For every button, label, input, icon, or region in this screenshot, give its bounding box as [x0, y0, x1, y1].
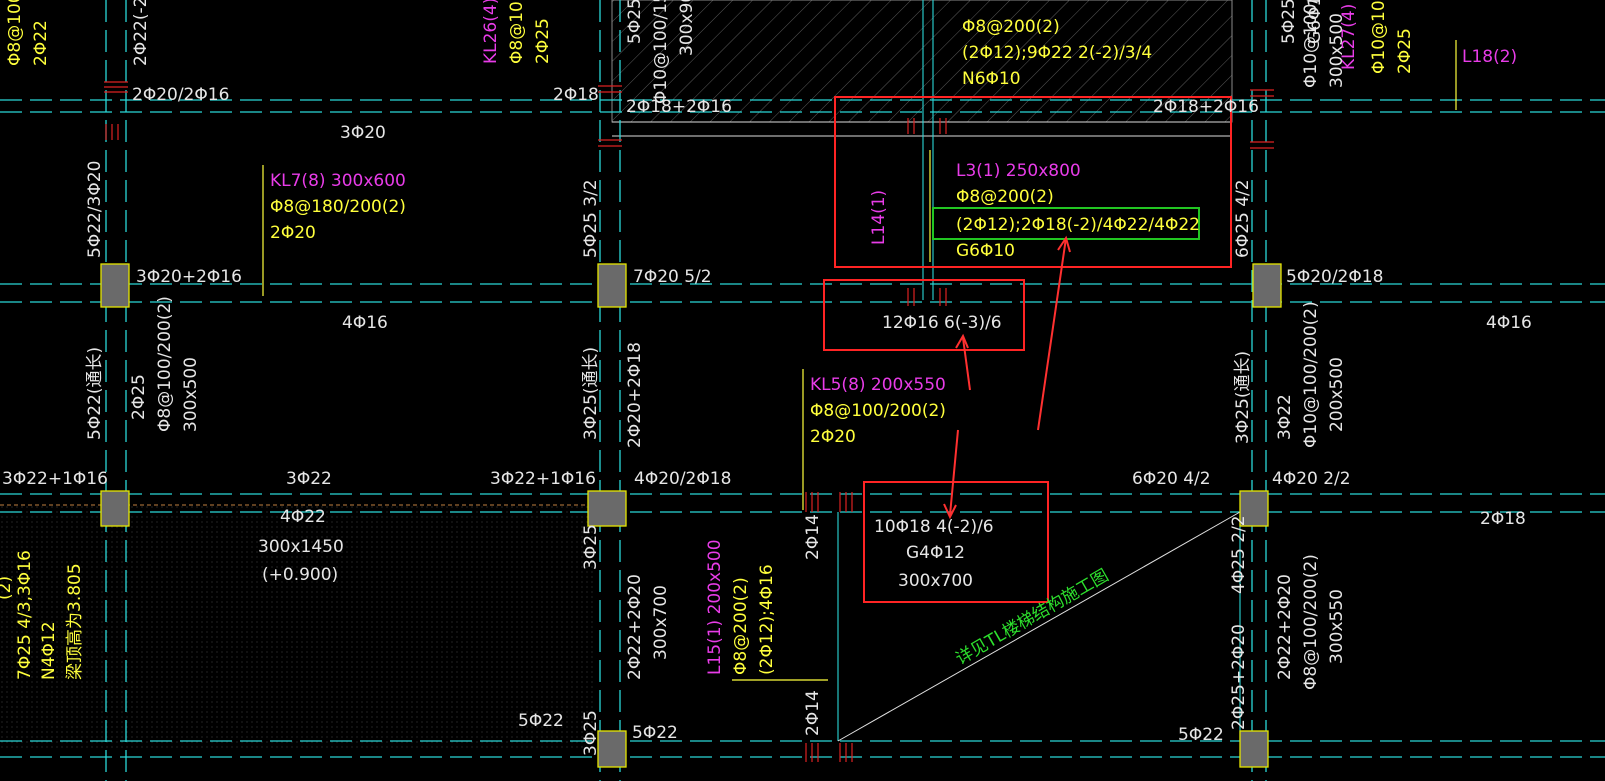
l15-stirrup: Φ8@200(2) — [731, 577, 751, 675]
beam-rebar-label: 2Φ18+2Φ16 — [1153, 97, 1259, 117]
beam-size-label: 300x700 — [898, 571, 973, 591]
beam-rebar-label: 6Φ20 4/2 — [1132, 469, 1211, 489]
beam-size-label: 300x1450 — [258, 537, 344, 557]
l3-side-bars: G6Φ10 — [956, 241, 1015, 261]
vertical-rebar-label: 2Φ25 — [129, 374, 149, 420]
vertical-rebar-label: 300x550 — [1327, 589, 1347, 664]
l15-label: L15(1) 200x500 — [705, 539, 725, 675]
vertical-rebar-label: 6Φ25 4/2 — [1233, 179, 1253, 258]
beam-rebar-label: 10Φ18 4(-2)/6 — [874, 517, 994, 537]
kl7-top-bars: 2Φ20 — [270, 223, 316, 243]
kl7-stirrup: Φ8@180/200(2) — [270, 197, 406, 217]
vertical-rebar-label: 3Φ25(通长) — [581, 347, 601, 440]
vertical-rebar-label: 2Φ25 — [1395, 28, 1415, 74]
vertical-rebar-label: 5Φ22(通长) — [85, 347, 105, 440]
beam-rebar-label: 3Φ20 — [340, 123, 386, 143]
beam-rebar-label: 7Φ20 5/2 — [633, 267, 712, 287]
top-l-side: N6Φ10 — [962, 69, 1021, 89]
beam-rebar-label: G4Φ12 — [906, 543, 965, 563]
column — [100, 263, 130, 308]
vertical-rebar-label: 2Φ22+2Φ20 — [1275, 574, 1295, 680]
beam-rebar-label: 3Φ20+2Φ16 — [136, 267, 242, 287]
beam-rebar-label: 4Φ16 — [342, 313, 388, 333]
vertical-rebar-label: 200x500 — [1327, 357, 1347, 432]
vertical-rebar-label: 300x500 — [181, 357, 201, 432]
vertical-rebar-label: 3Φ25(通长) — [1233, 351, 1253, 444]
column — [597, 263, 627, 308]
beam-rebar-label: 5Φ22 — [1178, 725, 1224, 745]
beam-rebar-label: 4Φ16 — [1486, 313, 1532, 333]
beam-rebar-label: 4Φ20/2Φ18 — [634, 469, 731, 489]
vertical-rebar-label: 2Φ25+2Φ20 — [1229, 624, 1249, 730]
vertical-rebar-label: 2Φ14 — [803, 514, 823, 560]
column — [597, 730, 627, 768]
beam-rebar-label: 2Φ18+2Φ16 — [626, 97, 732, 117]
vertical-rebar-label: 2Φ22+2Φ20 — [625, 574, 645, 680]
vertical-rebar-label: 4Φ25 2/2 — [1229, 515, 1249, 594]
vertical-rebar-label: Φ8@100/ — [507, 0, 527, 64]
vertical-rebar-label: 300x90 — [677, 0, 697, 56]
column — [1252, 263, 1282, 308]
vertical-rebar-label: Φ10@100/200(2) — [1301, 301, 1321, 448]
vertical-rebar-label: 2Φ20+2Φ18 — [625, 342, 645, 448]
vertical-rebar-label: Φ8@100 — [5, 0, 25, 66]
kl7-label: KL7(8) 300x600 — [270, 171, 406, 191]
left-slab-note: 梁顶高为3.805 — [65, 563, 85, 680]
column — [587, 490, 627, 527]
vertical-rebar-label: 3Φ25 — [581, 524, 601, 570]
stair-diagonal — [837, 511, 1241, 742]
beam-rebar-label: 3Φ22 — [286, 469, 332, 489]
l3-stirrup: Φ8@200(2) — [956, 187, 1054, 207]
vertical-rebar-label: 2Φ25 — [533, 18, 553, 64]
vertical-rebar-label: 5Φ25 3/2 — [581, 179, 601, 258]
kl5-stirrup: Φ8@100/200(2) — [810, 401, 946, 421]
beam-rebar-label: 5Φ20/2Φ18 — [1286, 267, 1383, 287]
vertical-rebar-label: Φ8@100/200(2) — [1301, 554, 1321, 690]
beam-rebar-label: 2Φ20/2Φ16 — [132, 85, 229, 105]
top-l-bars: (2Φ12);9Φ22 2(-2)/3/4 — [962, 43, 1152, 63]
beam-rebar-label: 2Φ18 — [1480, 509, 1526, 529]
top-l-stirrup: Φ8@200(2) — [962, 17, 1060, 37]
beam-rebar-label: 5Φ22 — [632, 723, 678, 743]
beam-rebar-label: 5Φ22 — [518, 711, 564, 731]
vertical-rebar-label: 2Φ22(-2) — [131, 0, 151, 66]
kl5-top-bars: 2Φ20 — [810, 427, 856, 447]
column — [100, 490, 130, 527]
kl5-label: KL5(8) 200x550 — [810, 375, 946, 395]
vertical-rebar-label: Φ10@100/150 — [651, 0, 671, 104]
left-slab-note: N4Φ12 — [39, 621, 59, 680]
vertical-rebar-label: 2Φ22 — [31, 20, 51, 66]
l3-label: L3(1) 250x800 — [956, 161, 1081, 181]
beam-elevation-label: (+0.900) — [262, 565, 338, 585]
l3-rebar: (2Φ12);2Φ18(-2)/4Φ22/4Φ22 — [956, 215, 1200, 235]
column — [1239, 730, 1269, 768]
vertical-rebar-label: Φ10@100/ — [1369, 0, 1389, 74]
beam-rebar-label: 4Φ22 — [280, 507, 326, 527]
left-slab-note: 7Φ25 4/3,3Φ16 — [15, 550, 35, 680]
vertical-rebar-label: Φ8@100/200(2) — [155, 296, 175, 432]
cad-drawing-canvas[interactable]: KL7(8) 300x600 Φ8@180/200(2) 2Φ20 KL5(8)… — [0, 0, 1605, 781]
vertical-rebar-label: 2Φ14 — [803, 690, 823, 736]
vertical-rebar-label: 5Φ22/3Φ20 — [85, 161, 105, 258]
vertical-rebar-label: G6Φ10 — [1305, 0, 1325, 44]
beam-rebar-label: 12Φ16 6(-3)/6 — [882, 313, 1002, 333]
vertical-rebar-label: 5Φ25 — [625, 0, 645, 44]
l14-label: L14(1) — [869, 190, 889, 245]
vertical-rebar-label: 300x500 — [1327, 13, 1347, 88]
kl26-label: KL26(4) — [481, 0, 501, 64]
left-slab-note: (2) — [0, 576, 15, 600]
vertical-rebar-label: 3Φ25 — [581, 710, 601, 756]
l15-rebar: (2Φ12);4Φ16 — [757, 564, 777, 675]
beam-rebar-label: 3Φ22+1Φ16 — [490, 469, 596, 489]
vertical-rebar-label: 3Φ22 — [1275, 394, 1295, 440]
vertical-rebar-label: 300x700 — [651, 585, 671, 660]
l18-label: L18(2) — [1462, 47, 1517, 67]
stair-reference-note: 详见TL楼梯结构施工图 — [953, 566, 1113, 670]
beam-rebar-label: 2Φ18 — [553, 85, 599, 105]
vertical-rebar-label: 5Φ25 — [1279, 0, 1299, 44]
beam-rebar-label: 3Φ22+1Φ16 — [2, 469, 108, 489]
beam-rebar-label: 4Φ20 2/2 — [1272, 469, 1351, 489]
